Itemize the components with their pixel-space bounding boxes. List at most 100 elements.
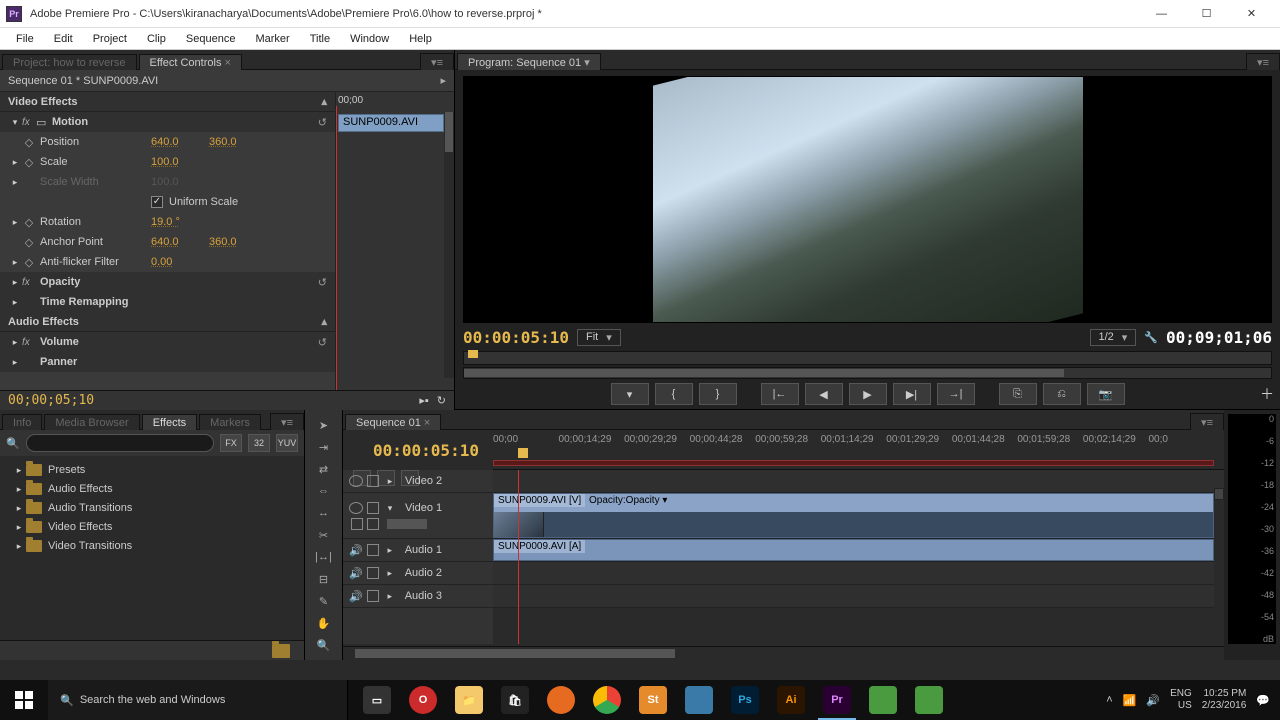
menu-project[interactable]: Project (83, 31, 137, 47)
menu-help[interactable]: Help (399, 31, 442, 47)
app-icon[interactable] (860, 680, 906, 720)
resolution-dropdown[interactable]: 1/2▾ (1090, 329, 1137, 346)
reset-icon[interactable]: ↺ (318, 116, 327, 129)
lock-icon[interactable] (367, 544, 379, 556)
lane-v2[interactable] (493, 470, 1224, 493)
menu-clip[interactable]: Clip (137, 31, 176, 47)
volume-icon[interactable]: 🔊 (1146, 694, 1160, 707)
play-button[interactable]: ▶ (849, 383, 887, 405)
store-icon[interactable]: 🛍 (492, 680, 538, 720)
position-y[interactable]: 360.0 (209, 136, 249, 148)
tab-info[interactable]: Info (2, 414, 42, 430)
ec-play-icon[interactable]: ▸▪ (419, 394, 428, 407)
menu-file[interactable]: File (6, 31, 44, 47)
audio-effects-header[interactable]: Audio Effects▴ (0, 312, 335, 332)
button-editor-icon[interactable]: ＋ (1260, 384, 1274, 404)
tab-program[interactable]: Program: Sequence 01 ▾ (457, 53, 601, 70)
tree-audio-transitions[interactable]: Audio Transitions (6, 498, 298, 517)
sublime-icon[interactable]: St (630, 680, 676, 720)
timeline-h-scrollbar[interactable] (343, 646, 1224, 660)
tray-chevron-icon[interactable]: ˄ (1106, 694, 1112, 706)
track-header-a2[interactable]: 🔊 Audio 2 (343, 562, 493, 585)
tree-audio-effects[interactable]: Audio Effects (6, 479, 298, 498)
minimize-button[interactable]: — (1139, 3, 1184, 25)
lane-a2[interactable] (493, 562, 1224, 585)
tab-effect-controls[interactable]: Effect Controls × (139, 54, 242, 70)
panel-menu-icon[interactable]: ▾≡ (270, 413, 304, 430)
razor-tool-icon[interactable]: ✂ (312, 526, 336, 544)
menu-window[interactable]: Window (340, 31, 399, 47)
close-button[interactable]: ✕ (1229, 3, 1274, 25)
ec-loop-icon[interactable]: ↻ (437, 394, 446, 407)
mark-in-button[interactable]: ▾ (611, 383, 649, 405)
timeremap-group[interactable]: Time Remapping (0, 292, 335, 312)
chevron-right-icon[interactable]: ▸ (440, 74, 446, 87)
speaker-icon[interactable]: 🔊 (349, 567, 363, 580)
new-bin-icon[interactable] (272, 644, 290, 658)
playhead-marker[interactable] (468, 350, 478, 358)
playhead-line[interactable] (518, 470, 519, 644)
zoom-tool-icon[interactable]: 🔍 (312, 636, 336, 654)
tab-effects[interactable]: Effects (142, 414, 197, 430)
motion-group[interactable]: ▭ Motion ↺ (0, 112, 335, 132)
slide-tool-icon[interactable]: ⊟ (312, 570, 336, 588)
timeline-timecode[interactable]: 00:00:05:10 (373, 441, 479, 460)
tree-video-transitions[interactable]: Video Transitions (6, 536, 298, 555)
clip-audio1[interactable]: SUNP0009.AVI [A] (493, 539, 1214, 561)
timeline-v-scrollbar[interactable] (1214, 488, 1224, 644)
32bit-effects-icon[interactable]: 32 (248, 434, 270, 452)
taskbar-search[interactable]: 🔍 Search the web and Windows (48, 680, 348, 720)
eye-icon[interactable] (349, 475, 363, 487)
tree-presets[interactable]: Presets (6, 460, 298, 479)
pen-tool-icon[interactable]: ✎ (312, 592, 336, 610)
panel-menu-icon[interactable]: ▾≡ (1190, 413, 1224, 430)
start-button[interactable] (0, 680, 48, 720)
go-to-in-button[interactable]: |← (761, 383, 799, 405)
rolling-edit-tool-icon[interactable]: ⇔ (312, 482, 336, 500)
lane-a3[interactable] (493, 585, 1224, 608)
volume-group[interactable]: Volume ↺ (0, 332, 335, 352)
photoshop-icon[interactable]: Ps (722, 680, 768, 720)
eye-icon[interactable] (349, 502, 363, 514)
firefox-icon[interactable] (538, 680, 584, 720)
app-icon[interactable] (906, 680, 952, 720)
lock-icon[interactable] (367, 567, 379, 579)
premiere-icon[interactable]: Pr (814, 680, 860, 720)
ripple-edit-tool-icon[interactable]: ⇄ (312, 460, 336, 478)
go-to-out-button[interactable]: →| (937, 383, 975, 405)
mark-clip-button[interactable]: } (699, 383, 737, 405)
opacity-group[interactable]: Opacity ↺ (0, 272, 335, 292)
program-monitor[interactable] (463, 76, 1272, 323)
antiflicker-value[interactable]: 0.00 (151, 256, 191, 268)
network-icon[interactable]: 📶 (1123, 694, 1137, 707)
effects-search-input[interactable] (26, 434, 214, 452)
mark-out-button[interactable]: { (655, 383, 693, 405)
menu-marker[interactable]: Marker (245, 31, 299, 47)
track-header-a1[interactable]: 🔊 Audio 1 (343, 539, 493, 562)
reset-icon[interactable]: ↺ (318, 276, 327, 289)
program-scrubber[interactable] (463, 351, 1272, 365)
timeline-ruler[interactable]: 00;00 00;00;14;29 00;00;29;29 00;00;44;2… (493, 430, 1224, 470)
step-forward-button[interactable]: ▶| (893, 383, 931, 405)
speaker-icon[interactable]: 🔊 (349, 590, 363, 603)
lock-icon[interactable] (367, 475, 379, 487)
speaker-icon[interactable]: 🔊 (349, 544, 363, 557)
menu-title[interactable]: Title (300, 31, 340, 47)
slip-tool-icon[interactable]: |↔| (312, 548, 336, 566)
video-effects-header[interactable]: Video Effects▴ (0, 92, 335, 112)
program-zoom-bar[interactable] (463, 367, 1272, 379)
export-frame-button[interactable]: 📷 (1087, 383, 1125, 405)
playhead-icon[interactable] (518, 448, 528, 458)
uniform-scale-checkbox[interactable] (151, 196, 163, 208)
task-view-icon[interactable]: ▭ (354, 680, 400, 720)
anchor-y[interactable]: 360.0 (209, 236, 249, 248)
zoom-fit-dropdown[interactable]: Fit▾ (577, 329, 621, 346)
menu-edit[interactable]: Edit (44, 31, 83, 47)
lift-button[interactable]: ⎘ (999, 383, 1037, 405)
track-header-v1[interactable]: Video 1 (343, 493, 493, 539)
wrench-icon[interactable]: 🔧 (1144, 331, 1158, 344)
lock-icon[interactable] (367, 590, 379, 602)
rate-stretch-tool-icon[interactable]: ↔ (312, 504, 336, 522)
menu-sequence[interactable]: Sequence (176, 31, 246, 47)
hand-tool-icon[interactable]: ✋ (312, 614, 336, 632)
